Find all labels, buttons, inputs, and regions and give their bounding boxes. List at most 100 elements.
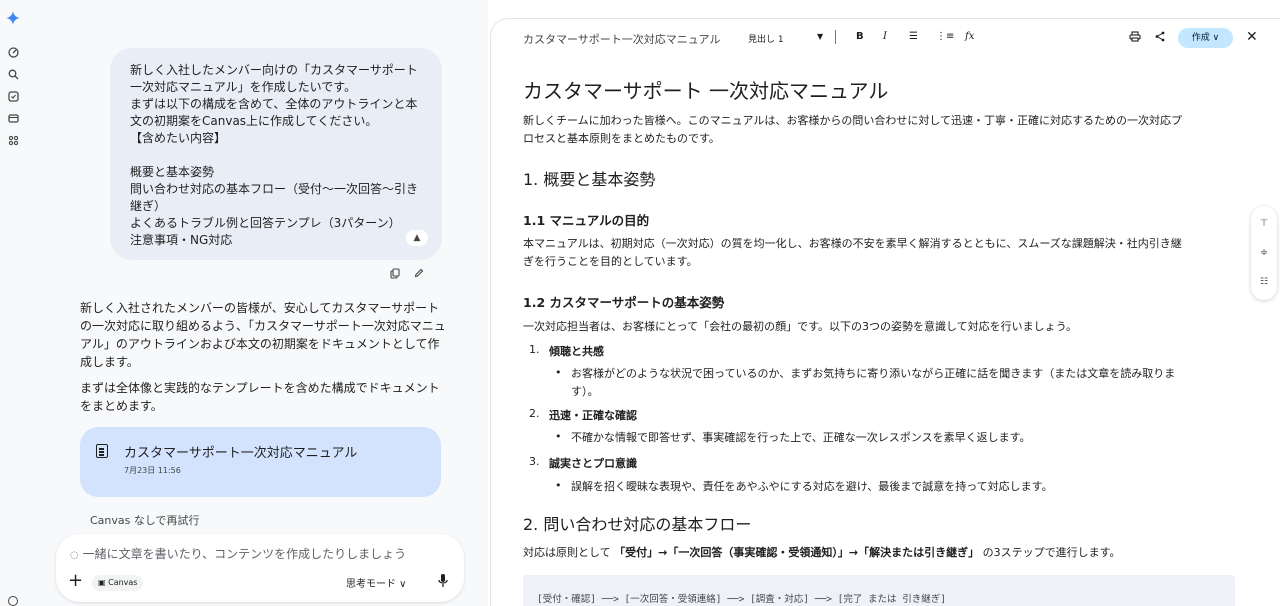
doc-intro: 新しくチームに加わった皆様へ。このマニュアルは、お客様からの問い合わせに対して迅…: [523, 112, 1238, 148]
doc-title: カスタマーサポート 一次対応マニュアル: [523, 79, 889, 103]
heading-style-select[interactable]: 見出し 1: [748, 32, 784, 45]
add-attachment-plus-icon[interactable]: +: [68, 572, 83, 590]
search-icon[interactable]: [6, 67, 20, 81]
doc-card-date: 7月23日 11:56: [124, 466, 181, 475]
user-message-line: 一次対応マニュアル」を作成したいです。: [130, 80, 357, 94]
canvas-document[interactable]: カスタマーサポート 一次対応マニュアル 新しくチームに加わった皆様へ。このマニュ…: [523, 77, 1238, 606]
settings-icon[interactable]: [8, 596, 18, 606]
user-message-line: 新しく入社したメンバー向けの「カスタマーサポート: [130, 63, 418, 77]
retry-without-canvas-link[interactable]: Canvas なしで再試行: [90, 512, 200, 528]
bold-button[interactable]: B: [856, 31, 864, 42]
print-icon[interactable]: [1129, 31, 1141, 45]
doc-line: お客様がどのような状況で困っているのか、まずお気持ちに寄り添いながら正確に話を聞…: [571, 367, 1176, 380]
create-button[interactable]: 作成 ∨: [1178, 28, 1233, 48]
doc-card-title: カスタマーサポート一次対応マニュアル: [124, 446, 358, 461]
user-message-gap: [130, 147, 422, 164]
collapse-message-button[interactable]: ▲: [406, 230, 428, 246]
chat-panel: 新しく入社したメンバー向けの「カスタマーサポート 一次対応マニュアル」を作成した…: [26, 0, 488, 606]
bullet-dot: •: [555, 430, 562, 443]
bullet-list-icon[interactable]: ☰: [909, 31, 918, 42]
flow-diagram-text: [受付・確認] ──> [一次回答・受領連絡] ──> [調査・対応] ──> …: [537, 594, 946, 605]
canvas-toolbar: カスタマーサポート一次対応マニュアル 見出し 1 ▼ B I ☰ ⋮≡ fx 作…: [491, 19, 1280, 57]
numbered-list-icon[interactable]: ⋮≡: [936, 31, 954, 42]
list-number: 2.: [529, 407, 540, 420]
reply-line: まずは全体像と実践的なテンプレートを含めた構成でドキュメント: [80, 381, 440, 395]
canvas-side-tools: ⊤ ≑ ☷: [1251, 206, 1277, 300]
stance-title: 誠実さとプロ意識: [549, 457, 637, 470]
section-1-2-heading: 1.2 カスタマーサポートの基本姿勢: [523, 295, 725, 310]
gemini-logo-icon[interactable]: [6, 11, 20, 25]
doc-line: 本マニュアルは、初期対応（一次対応）の質を均一化し、お客様の不安を素早く解消する…: [523, 237, 1182, 250]
list-number: 3.: [529, 455, 540, 468]
canvas-doc-title[interactable]: カスタマーサポート一次対応マニュアル: [523, 31, 720, 47]
reply-line: をまとめます。: [80, 399, 163, 413]
canvas-panel: カスタマーサポート一次対応マニュアル 見出し 1 ▼ B I ☰ ⋮≡ fx 作…: [490, 18, 1280, 606]
canvas-document-card[interactable]: カスタマーサポート一次対応マニュアル 7月23日 11:56: [80, 427, 441, 497]
clear-format-icon[interactable]: fx: [965, 31, 974, 42]
reply-line: アル」のアウトラインおよび本文の初期案をドキュメントとして作: [80, 337, 440, 351]
microphone-icon[interactable]: [437, 573, 449, 589]
assistant-reply: 新しく入社されたメンバーの皆様が、安心してカスタマーサポート の一次対応に取り組…: [80, 299, 450, 423]
prompt-placeholder: 一緒に文章を書いたり、コンテンツを作成したりしましょう: [82, 547, 407, 561]
library-icon[interactable]: [6, 111, 20, 125]
close-icon[interactable]: ✕: [1246, 29, 1258, 45]
document-icon: [96, 444, 108, 458]
stance-title: 迅速・正確な確認: [549, 409, 637, 422]
doc-line: ロセスと基本原則をまとめたものです。: [523, 132, 720, 145]
toolbar-divider: [835, 30, 836, 44]
new-chat-icon[interactable]: [6, 45, 20, 59]
user-message-line: まずは以下の構成を含めて、全体のアウトラインと本: [130, 97, 418, 111]
chevron-up-icon: ▲: [413, 232, 421, 243]
doc-line: 不確かな情報で即答せず、事実確認を行った上で、正確な一次レスポンスを素早く返しま…: [571, 431, 1031, 444]
flow-intro-post: の3ステップで進行します。: [982, 546, 1121, 559]
flow-code-block: [受付・確認] ──> [一次回答・受領連絡] ──> [調査・対応] ──> …: [523, 575, 1235, 606]
section-1-1-body: 本マニュアルは、初期対応（一次対応）の質を均一化し、お客様の不安を素早く解消する…: [523, 235, 1182, 271]
suggest-edits-icon[interactable]: ☷: [1259, 277, 1269, 287]
reply-paragraph-1: 新しく入社されたメンバーの皆様が、安心してカスタマーサポート の一次対応に取り組…: [80, 299, 450, 371]
reply-line: 成します。: [80, 355, 139, 369]
canvas-tool-chip[interactable]: ▣ Canvas: [92, 575, 144, 591]
prompt-input[interactable]: ◌ 一緒に文章を書いたり、コンテンツを作成したりしましょう: [70, 545, 406, 562]
italic-button[interactable]: I: [883, 31, 887, 42]
user-message-line: 継ぎ）: [130, 199, 167, 213]
user-message-line: 【含めたい内容】: [130, 131, 227, 145]
apps-grid-icon[interactable]: [6, 133, 20, 147]
adjust-length-icon[interactable]: ≑: [1259, 248, 1269, 258]
section-1-heading: 1. 概要と基本姿勢: [523, 170, 656, 189]
section-2-body: 対応は原則として 「受付」→「一次回答（事実確認・受領通知）」→「解決または引き…: [523, 544, 1121, 562]
doc-line: す）。: [571, 385, 599, 398]
stance-bullet: お客様がどのような状況で困っているのか、まずお気持ちに寄り添いながら正確に話を聞…: [571, 365, 1175, 401]
reply-paragraph-2: まずは全体像と実践的なテンプレートを含めた構成でドキュメント をまとめます。: [80, 379, 450, 415]
list-number: 1.: [529, 343, 540, 356]
user-message-line: 概要と基本姿勢: [130, 165, 215, 179]
section-1-1-heading: 1.1 マニュアルの目的: [523, 213, 650, 228]
user-message-line: 問い合わせ対応の基本フロー（受付〜一次回答〜引き: [130, 182, 419, 196]
user-message-line: 文の初期案をCanvas上に作成してください。: [130, 114, 378, 128]
stance-bullet: 不確かな情報で即答せず、事実確認を行った上で、正確な一次レスポンスを素早く返しま…: [571, 429, 1030, 447]
flow-intro-bold: 「受付」→「一次回答（事実確認・受領通知）」→「解決または引き継ぎ」: [614, 546, 980, 559]
copy-icon[interactable]: [390, 268, 400, 282]
thinking-mode-select[interactable]: 思考モード ∨: [346, 575, 407, 590]
doc-line: 新しくチームに加わった皆様へ。このマニュアルは、お客様からの問い合わせに対して迅…: [523, 114, 1183, 127]
doc-line: ぎを行うことを目的としています。: [523, 255, 698, 268]
section-1-2-body: 一次対応担当者は、お客様にとって「会社の最初の顔」です。以下の3つの姿勢を意識し…: [523, 320, 1078, 333]
section-2-heading: 2. 問い合わせ対応の基本フロー: [523, 515, 752, 534]
edit-pencil-icon[interactable]: [414, 268, 424, 282]
stance-bullet: 誤解を招く曖昧な表現や、責任をあやふやにする対応を避け、最後まで誠意を持って対応…: [571, 478, 1053, 496]
flow-intro-pre: 対応は原則として: [523, 546, 611, 559]
canvas-chip-icon: ▣: [98, 578, 109, 587]
text-size-icon[interactable]: ⊤: [1259, 219, 1269, 229]
user-message-bubble: 新しく入社したメンバー向けの「カスタマーサポート 一次対応マニュアル」を作成した…: [110, 48, 442, 260]
gems-icon[interactable]: [6, 89, 20, 103]
bullet-dot: •: [555, 366, 562, 379]
shield-icon: ◌: [70, 550, 79, 561]
user-message-line: 注意事項・NG対応: [130, 233, 233, 247]
bullet-dot: •: [555, 479, 562, 492]
stance-title: 傾聴と共感: [549, 345, 604, 358]
canvas-chip-label: Canvas: [108, 578, 138, 587]
reply-line: 新しく入社されたメンバーの皆様が、安心してカスタマーサポート: [80, 301, 440, 315]
share-icon[interactable]: [1155, 31, 1165, 45]
chevron-down-icon[interactable]: ▼: [817, 32, 823, 41]
doc-line: 誤解を招く曖昧な表現や、責任をあやふやにする対応を避け、最後まで誠意を持って対応…: [571, 480, 1053, 493]
user-message-line: よくあるトラブル例と回答テンプレ（3パターン）: [130, 216, 401, 230]
